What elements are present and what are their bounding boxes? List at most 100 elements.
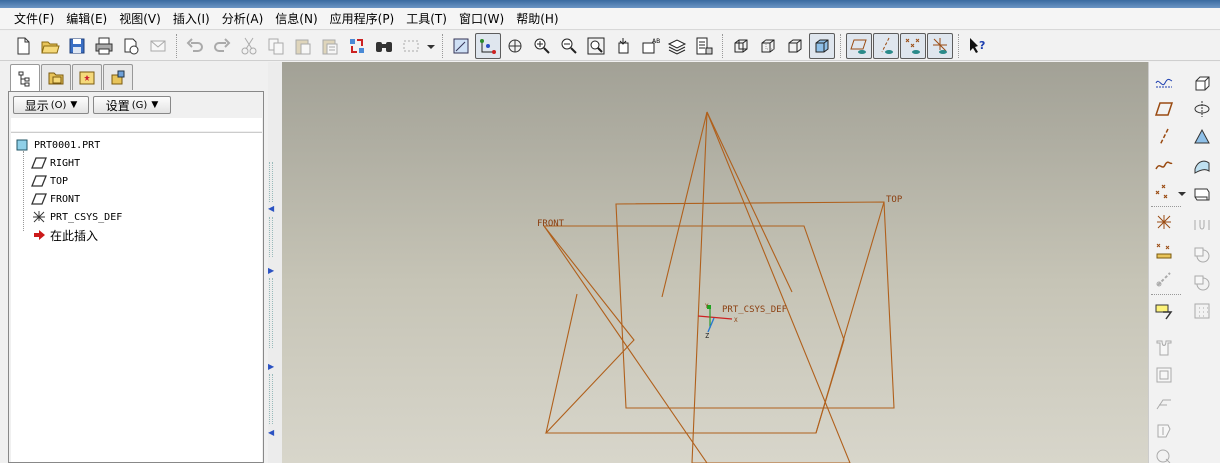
graphics-window[interactable]: FRONT TOP PRT_CSYS_DEF X Y Z (282, 62, 1148, 463)
chamfer-icon[interactable] (1151, 362, 1177, 388)
tree-item-right[interactable]: RIGHT (31, 155, 80, 171)
datum-curve-tool-icon[interactable] (1151, 152, 1177, 178)
tree-item-csys[interactable]: PRT_CSYS_DEF (31, 209, 122, 225)
cut-icon[interactable] (236, 33, 262, 59)
csys-tool-icon[interactable] (1151, 210, 1177, 236)
reorient-icon[interactable] (610, 33, 636, 59)
point-dropdown-icon[interactable] (1177, 180, 1187, 206)
hole-icon[interactable] (1189, 214, 1215, 240)
select-dropdown-icon[interactable] (425, 33, 437, 59)
menu-analysis[interactable]: 分析(A) (216, 9, 270, 29)
menu-edit[interactable]: 编辑(E) (60, 9, 113, 29)
datum-plane-right[interactable] (691, 111, 851, 463)
menu-window[interactable]: 窗口(W) (453, 9, 510, 29)
new-file-icon[interactable] (10, 33, 36, 59)
email-icon[interactable] (145, 33, 171, 59)
csys-toggle-icon[interactable] (927, 32, 953, 59)
zoom-in-icon[interactable] (529, 33, 555, 59)
layers-icon[interactable] (664, 33, 690, 59)
favorites-icon[interactable] (72, 64, 102, 90)
analysis-feature-icon[interactable] (1151, 238, 1177, 264)
no-hidden-icon[interactable] (782, 33, 808, 59)
blend-icon[interactable] (1189, 180, 1215, 206)
undo-icon[interactable] (182, 33, 208, 59)
save-icon[interactable] (64, 33, 90, 59)
collapse-arrow-icon[interactable]: ◀ (268, 428, 274, 437)
menu-insert[interactable]: 插入(I) (167, 9, 216, 29)
datum-axes-toggle-icon[interactable] (873, 32, 899, 59)
csys-label: PRT_CSYS_DEF (722, 305, 787, 315)
expand-arrow-icon[interactable]: ▶ (268, 266, 274, 275)
spin-center-icon[interactable] (475, 32, 501, 59)
variable-section-sweep-icon[interactable] (1189, 124, 1215, 150)
tree-root-part[interactable]: PRT0001.PRT (15, 137, 100, 153)
orient-icon[interactable] (502, 33, 528, 59)
tree-item-top[interactable]: TOP (31, 173, 68, 189)
datum-plane-icon (31, 157, 47, 169)
menu-help[interactable]: 帮助(H) (510, 9, 564, 29)
print-icon[interactable] (91, 33, 117, 59)
menu-info[interactable]: 信息(N) (269, 9, 323, 29)
hidden-line-icon[interactable] (755, 33, 781, 59)
sketched-datum-curve-icon[interactable] (1151, 68, 1177, 94)
shading-icon[interactable] (809, 32, 835, 59)
splitter-grip (269, 217, 273, 257)
note-icon[interactable] (1151, 298, 1177, 324)
copy-icon[interactable] (263, 33, 289, 59)
paste-icon[interactable] (290, 33, 316, 59)
saved-views-icon[interactable]: AB (637, 33, 663, 59)
open-file-icon[interactable] (37, 33, 63, 59)
toolbar-separator (1151, 206, 1181, 207)
datum-plane-tool-icon[interactable] (1151, 96, 1177, 122)
paste-special-icon[interactable] (317, 33, 343, 59)
view-manager-icon[interactable] (691, 33, 717, 59)
mirror-icon[interactable] (1151, 390, 1177, 416)
shell-icon[interactable] (1189, 242, 1215, 268)
repaint-icon[interactable] (448, 33, 474, 59)
revolve-icon[interactable] (1189, 96, 1215, 122)
model-tree-icon[interactable] (10, 64, 40, 92)
tree-item-front[interactable]: FRONT (31, 191, 80, 207)
wireframe-icon[interactable] (728, 33, 754, 59)
datum-point-tool-icon[interactable] (1151, 180, 1177, 206)
menu-view[interactable]: 视图(V) (113, 9, 167, 29)
send-icon[interactable] (118, 33, 144, 59)
rib-icon[interactable] (1151, 266, 1177, 292)
expand-arrow-icon[interactable]: ▶ (268, 362, 274, 371)
menu-tools[interactable]: 工具(T) (400, 9, 453, 29)
menu-applications[interactable]: 应用程序(P) (324, 9, 401, 29)
folder-browser-icon[interactable] (41, 64, 71, 90)
datum-axis-tool-icon[interactable] (1151, 124, 1177, 150)
show-dropdown[interactable]: 显示 (O) ▼ (13, 96, 89, 114)
menu-file[interactable]: 文件(F) (8, 9, 60, 29)
toolbar-separator (176, 33, 178, 58)
refit-icon[interactable] (583, 33, 609, 59)
find-icon[interactable] (371, 33, 397, 59)
tree-item-label: FRONT (50, 193, 81, 205)
regenerate-icon[interactable] (344, 33, 370, 59)
toolbar-separator (722, 33, 724, 58)
settings-dropdown[interactable]: 设置 (G) ▼ (93, 96, 171, 114)
menu-bar: 文件(F) 编辑(E) 视图(V) 插入(I) 分析(A) 信息(N) 应用程序… (0, 8, 1220, 30)
round-icon[interactable] (1151, 334, 1177, 360)
pattern-icon[interactable] (1189, 298, 1215, 324)
boundary-blend-icon[interactable] (1189, 152, 1215, 178)
datum-plane-icon (31, 193, 47, 205)
navigator-splitter[interactable]: ◀ ▶ ▶ ◀ (268, 62, 282, 463)
context-help-icon[interactable]: ? (964, 33, 990, 59)
draft-icon[interactable] (1189, 270, 1215, 296)
datum-points-toggle-icon[interactable] (900, 32, 926, 59)
datum-planes-toggle-icon[interactable] (846, 32, 872, 59)
redo-icon[interactable] (209, 33, 235, 59)
connections-icon[interactable] (103, 64, 133, 90)
chevron-down-icon: ▼ (70, 100, 78, 110)
merge-icon[interactable] (1151, 418, 1177, 444)
insert-here-arrow-icon (34, 230, 45, 240)
datum-plane-front[interactable] (542, 225, 845, 434)
trim-icon[interactable] (1151, 444, 1177, 463)
extrude-icon[interactable] (1189, 68, 1215, 94)
tree-item-insert-here[interactable]: 在此插入 (31, 227, 98, 243)
zoom-out-icon[interactable] (556, 33, 582, 59)
collapse-arrow-icon[interactable]: ◀ (268, 204, 274, 213)
select-box-icon[interactable] (398, 33, 424, 59)
